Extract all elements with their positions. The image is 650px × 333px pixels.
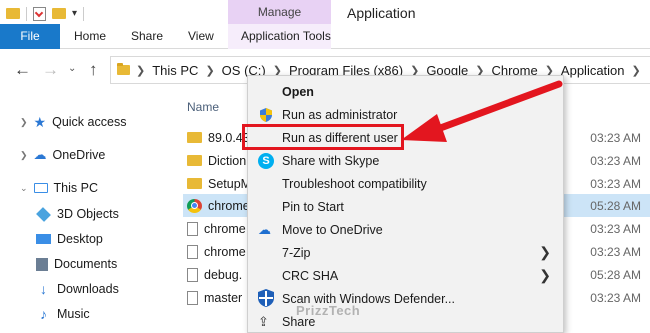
chevron-right-icon[interactable]: ❯ bbox=[20, 150, 28, 161]
breadcrumb-this-pc[interactable]: This PC bbox=[152, 63, 198, 78]
chevron-right-icon[interactable]: ❯ bbox=[20, 117, 28, 128]
chevron-right-icon[interactable]: ❯ bbox=[205, 64, 214, 77]
properties-icon[interactable] bbox=[33, 6, 46, 21]
chrome-icon bbox=[187, 198, 202, 213]
tab-application-tools[interactable]: Application Tools bbox=[241, 24, 331, 49]
nav-item-label: OneDrive bbox=[52, 148, 106, 162]
menu-item-label: 7-Zip bbox=[282, 246, 311, 260]
file-date: 03:23 AM bbox=[590, 176, 641, 191]
file-name: debug. bbox=[204, 267, 243, 282]
annotation-arrow-icon bbox=[401, 80, 563, 142]
tab-share[interactable]: Share bbox=[131, 24, 163, 49]
file-date: 03:23 AM bbox=[590, 221, 641, 236]
cube-icon bbox=[36, 206, 51, 222]
file-name: chrome bbox=[204, 244, 246, 259]
cloud-icon: ☁ bbox=[33, 147, 47, 162]
menu-item-label: Open bbox=[282, 85, 314, 99]
column-header-name[interactable]: Name bbox=[187, 100, 219, 114]
file-date: 03:23 AM bbox=[590, 153, 641, 168]
file-date: 03:23 AM bbox=[590, 244, 641, 259]
chevron-right-icon: ❯ bbox=[539, 267, 551, 283]
file-name: Diction bbox=[208, 153, 247, 168]
file-icon bbox=[187, 290, 198, 305]
up-arrow-icon[interactable]: ↑ bbox=[89, 60, 98, 80]
desktop-icon bbox=[36, 234, 51, 244]
menu-item-label: CRC SHA bbox=[282, 269, 339, 283]
file-name: chrome bbox=[208, 198, 250, 213]
menu-item-label: Run as administrator bbox=[282, 108, 398, 122]
download-icon: ↓ bbox=[40, 281, 47, 297]
nav-item-documents[interactable]: Documents bbox=[36, 254, 117, 274]
recent-locations-icon[interactable]: ⌄ bbox=[68, 63, 76, 74]
menu-item-troubleshoot-compatibility[interactable]: Troubleshoot compatibility bbox=[248, 173, 563, 195]
share-icon: ⇪ bbox=[258, 314, 269, 329]
star-icon: ★ bbox=[33, 113, 47, 130]
nav-item-label: 3D Objects bbox=[57, 207, 119, 221]
nav-item-downloads[interactable]: ↓ Downloads bbox=[36, 279, 119, 299]
file-name: master bbox=[204, 290, 243, 305]
menu-item-label: Share with Skype bbox=[282, 154, 380, 168]
file-icon bbox=[187, 267, 198, 282]
file-date: 05:28 AM bbox=[590, 267, 641, 282]
folder-icon[interactable] bbox=[6, 8, 20, 19]
computer-icon bbox=[33, 183, 48, 193]
menu-item-label: Troubleshoot compatibility bbox=[282, 177, 427, 191]
file-icon bbox=[187, 244, 198, 259]
menu-item-label: Pin to Start bbox=[282, 200, 344, 214]
nav-item-label: Quick access bbox=[52, 115, 127, 129]
file-name: chrome bbox=[204, 221, 246, 236]
nav-item-label: Music bbox=[57, 307, 90, 321]
folder-icon bbox=[117, 63, 130, 75]
menu-item-crc-sha[interactable]: CRC SHA ❯ bbox=[248, 265, 563, 287]
onedrive-icon: ☁ bbox=[258, 222, 271, 237]
file-date: 03:23 AM bbox=[590, 130, 641, 145]
customize-toolbar-icon[interactable]: ▾ bbox=[72, 8, 77, 19]
file-name: SetupM bbox=[208, 176, 252, 191]
tab-home[interactable]: Home bbox=[74, 24, 106, 49]
separator bbox=[83, 6, 85, 21]
forward-arrow-icon[interactable]: → bbox=[42, 60, 59, 80]
menu-item-label: Move to OneDrive bbox=[282, 223, 383, 237]
highlight-box bbox=[242, 124, 404, 150]
folder-icon bbox=[187, 178, 202, 189]
separator bbox=[26, 6, 27, 21]
shield-icon bbox=[258, 107, 274, 123]
nav-item-quick-access[interactable]: ❯ ★ Quick access bbox=[20, 112, 126, 132]
menu-item-pin-to-start[interactable]: Pin to Start bbox=[248, 196, 563, 218]
menu-item-move-to-onedrive[interactable]: ☁ Move to OneDrive bbox=[248, 219, 563, 241]
folder-icon bbox=[187, 132, 202, 143]
nav-item-music[interactable]: ♪ Music bbox=[36, 304, 90, 324]
skype-icon: S bbox=[258, 153, 274, 169]
nav-item-onedrive[interactable]: ❯ ☁ OneDrive bbox=[20, 145, 105, 165]
file-icon bbox=[187, 221, 198, 236]
file-date: 03:23 AM bbox=[590, 290, 641, 305]
chevron-right-icon: ❯ bbox=[539, 244, 551, 260]
nav-item-label: Desktop bbox=[57, 232, 103, 246]
music-icon: ♪ bbox=[40, 306, 47, 322]
nav-item-desktop[interactable]: Desktop bbox=[36, 229, 103, 249]
defender-icon bbox=[256, 288, 276, 308]
back-arrow-icon[interactable]: ← bbox=[14, 60, 31, 80]
watermark-logo: PrizzTech bbox=[296, 303, 361, 318]
quick-access-toolbar: ▾ bbox=[0, 0, 85, 27]
menu-item-share-with-skype[interactable]: S Share with Skype bbox=[248, 150, 563, 172]
chevron-right-icon[interactable]: ❯ bbox=[632, 64, 641, 77]
window-title: Application bbox=[347, 5, 416, 21]
nav-item-label: This PC bbox=[53, 181, 98, 195]
file-date: 05:28 AM bbox=[590, 198, 641, 213]
tab-file[interactable]: File bbox=[0, 24, 60, 49]
new-folder-icon[interactable] bbox=[52, 8, 66, 19]
manage-tab[interactable]: Manage bbox=[228, 0, 331, 24]
documents-icon bbox=[36, 257, 48, 271]
menu-item-7zip[interactable]: 7-Zip ❯ bbox=[248, 242, 563, 264]
tab-view[interactable]: View bbox=[188, 24, 214, 49]
nav-item-label: Downloads bbox=[57, 282, 119, 296]
chevron-down-icon[interactable]: ⌄ bbox=[20, 183, 28, 194]
folder-icon bbox=[187, 155, 202, 166]
chevron-right-icon[interactable]: ❯ bbox=[136, 64, 145, 77]
nav-item-3d-objects[interactable]: 3D Objects bbox=[36, 204, 119, 224]
breadcrumb-application[interactable]: Application bbox=[561, 63, 625, 78]
nav-item-this-pc[interactable]: ⌄ This PC bbox=[20, 178, 98, 198]
nav-item-label: Documents bbox=[54, 257, 118, 271]
